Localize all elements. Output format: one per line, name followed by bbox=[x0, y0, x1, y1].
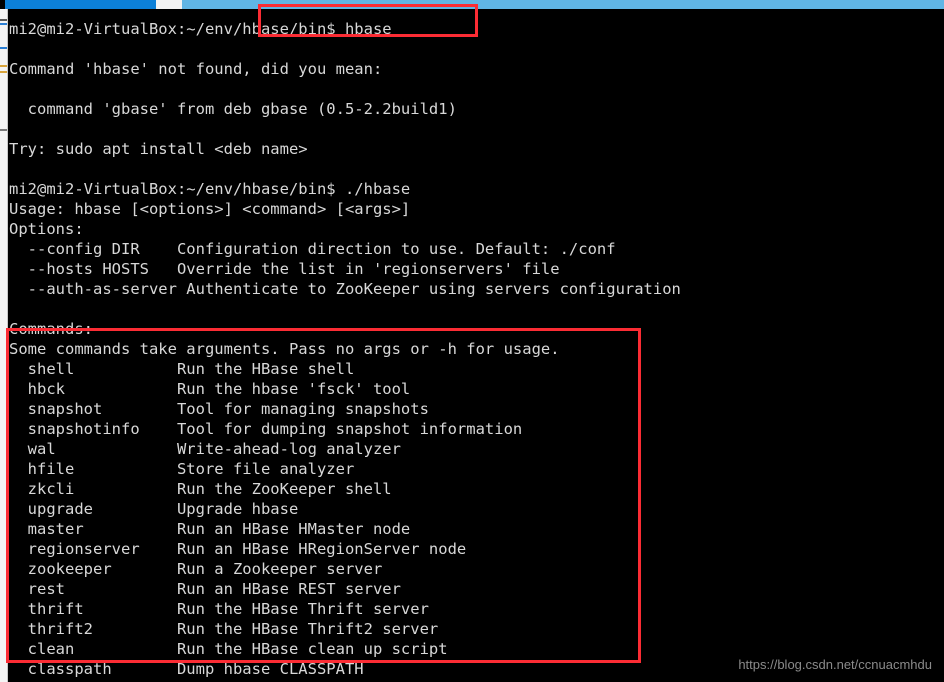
terminal-output[interactable]: mi2@mi2-VirtualBox:~/env/hbase/bin$ hbas… bbox=[9, 9, 944, 682]
terminal-line: snapshot Tool for managing snapshots bbox=[9, 400, 429, 418]
terminal-line: rest Run an HBase REST server bbox=[9, 580, 401, 598]
gutter-mark-2 bbox=[0, 23, 7, 25]
gutter-mark-3 bbox=[0, 47, 7, 49]
terminal-line: shell Run the HBase shell bbox=[9, 360, 355, 378]
terminal-line: mi2@mi2-VirtualBox:~/env/hbase/bin$ ./hb… bbox=[9, 180, 411, 198]
gutter-mark-4 bbox=[0, 65, 7, 67]
terminal-line: Command 'hbase' not found, did you mean: bbox=[9, 60, 383, 78]
top-bar-segment-inactive bbox=[182, 0, 944, 9]
browser-top-bar bbox=[0, 0, 944, 9]
terminal-line: zookeeper Run a Zookeeper server bbox=[9, 560, 383, 578]
terminal-line: thrift2 Run the HBase Thrift2 server bbox=[9, 620, 439, 638]
terminal-line: thrift Run the HBase Thrift server bbox=[9, 600, 429, 618]
terminal-line: hbck Run the hbase 'fsck' tool bbox=[9, 380, 411, 398]
terminal-line: Some commands take arguments. Pass no ar… bbox=[9, 340, 560, 358]
terminal-line: Options: bbox=[9, 220, 84, 238]
terminal-line: Commands: bbox=[9, 320, 93, 338]
terminal-line: hfile Store file analyzer bbox=[9, 460, 355, 478]
terminal-line: snapshotinfo Tool for dumping snapshot i… bbox=[9, 420, 523, 438]
terminal-line: upgrade Upgrade hbase bbox=[9, 500, 299, 518]
gutter-mark-6 bbox=[0, 129, 7, 131]
top-bar-segment-active bbox=[5, 0, 156, 9]
terminal-line: wal Write-ahead-log analyzer bbox=[9, 440, 401, 458]
terminal-line: --config DIR Configuration direction to … bbox=[9, 240, 616, 258]
left-gutter-strip bbox=[0, 9, 8, 682]
terminal-line: master Run an HBase HMaster node bbox=[9, 520, 411, 538]
terminal-line: mi2@mi2-VirtualBox:~/env/hbase/bin$ hbas… bbox=[9, 20, 392, 38]
terminal-line: classpath Dump hbase CLASSPATH bbox=[9, 660, 364, 678]
terminal-line: clean Run the HBase clean up script bbox=[9, 640, 448, 658]
terminal-line: Try: sudo apt install <deb name> bbox=[9, 140, 308, 158]
gutter-mark-5 bbox=[0, 71, 7, 73]
terminal-line: --hosts HOSTS Override the list in 'regi… bbox=[9, 260, 560, 278]
terminal-line: --auth-as-server Authenticate to ZooKeep… bbox=[9, 280, 681, 298]
terminal-line: zkcli Run the ZooKeeper shell bbox=[9, 480, 392, 498]
watermark-url: https://blog.csdn.net/ccnuacmhdu bbox=[738, 657, 932, 672]
gutter-mark-1 bbox=[0, 19, 7, 21]
terminal-line: regionserver Run an HBase HRegionServer … bbox=[9, 540, 467, 558]
terminal-line: command 'gbase' from deb gbase (0.5-2.2b… bbox=[9, 100, 457, 118]
terminal-line: Usage: hbase [<options>] <command> [<arg… bbox=[9, 200, 411, 218]
top-bar-segment-gap bbox=[156, 0, 182, 9]
